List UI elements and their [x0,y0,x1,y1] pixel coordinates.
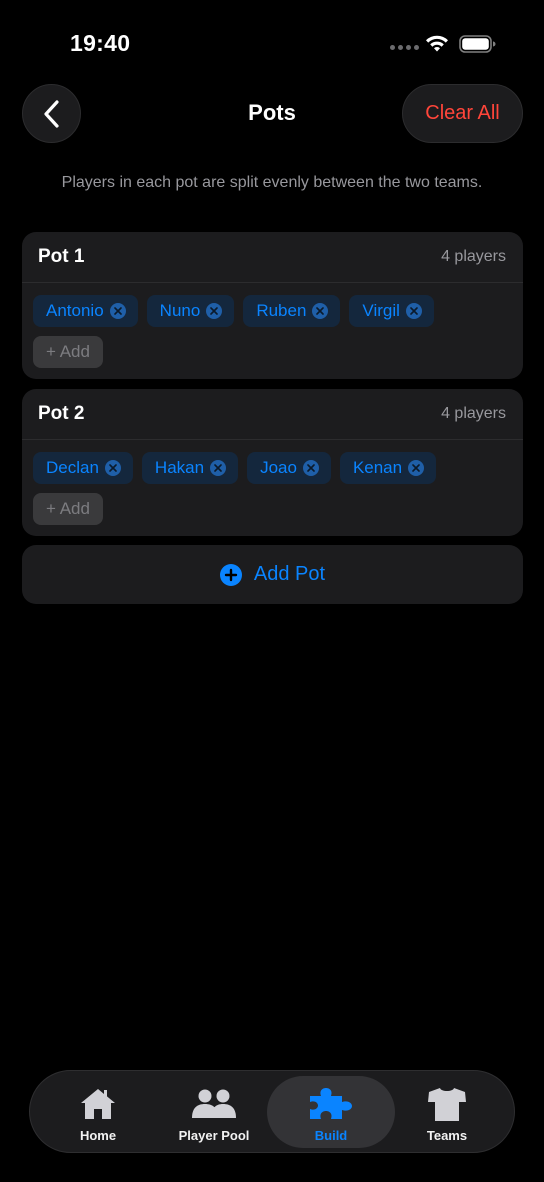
remove-circle-icon[interactable] [302,460,319,476]
player-chip-label: Virgil [362,301,400,320]
status-time: 19:40 [70,30,131,56]
player-chip[interactable]: Declan [33,452,133,484]
player-chip-label: Kenan [352,458,403,477]
add-player-button[interactable]: + Add [33,493,103,525]
player-chip-label: Joao [260,458,297,477]
pot-header: Pot 1 4 players [22,232,523,283]
remove-circle-icon[interactable] [104,460,121,476]
pots-description: Players in each pot are split evenly bet… [61,174,483,191]
remove-circle-icon[interactable] [405,303,422,319]
player-chip[interactable]: Hakan [141,452,239,484]
player-chip-label: Declan [46,458,99,477]
player-chip-list: Antonio Nuno Ruben Virgil [22,283,482,327]
player-chip[interactable]: Nuno [146,295,235,327]
people-icon [192,1089,236,1118]
pot-player-count: 4 players [441,405,506,422]
tab-label: Teams [426,1128,468,1143]
remove-circle-icon[interactable] [206,303,223,319]
add-pot-label: Add Pot [253,563,326,585]
player-chip-label: Antonio [46,301,104,320]
tab-label: Home [79,1128,117,1143]
player-chip[interactable]: Ruben [243,295,341,327]
pot-player-count: 4 players [441,248,506,265]
tshirt-icon [428,1088,466,1121]
tab-player-pool[interactable]: Player Pool [166,1076,262,1148]
pot-header: Pot 2 4 players [22,389,523,440]
player-chip[interactable]: Kenan [339,452,437,484]
player-chip[interactable]: Joao [247,452,331,484]
tab-home[interactable]: Home [50,1076,146,1148]
battery-icon [459,35,496,53]
add-pot-button[interactable]: Add Pot [22,545,523,604]
player-chip-list: Declan Hakan Joao Kenan [22,440,482,484]
plus-circle-icon [219,563,242,586]
player-chip-label: Hakan [154,458,205,477]
tab-build[interactable]: Build [283,1076,379,1148]
player-chip[interactable]: Virgil [349,295,434,327]
pot-title: Pot 1 [38,246,85,267]
tab-label: Build [314,1128,348,1143]
tab-teams[interactable]: Teams [399,1076,495,1148]
wifi-icon [426,35,448,52]
puzzle-icon [310,1088,352,1119]
cellular-signal-icon [390,45,419,50]
tab-bar: Home Player Pool Build Teams [29,1070,515,1153]
tab-label: Player Pool [178,1128,250,1143]
remove-circle-icon[interactable] [408,460,425,476]
status-bar: 19:40 [0,0,544,70]
pot-card-1: Pot 1 4 players Antonio Nuno Ruben Virgi… [22,232,523,379]
remove-circle-icon[interactable] [109,303,126,319]
player-chip-label: Nuno [159,301,201,320]
player-chip[interactable]: Antonio [33,295,138,327]
add-player-button[interactable]: + Add [33,336,103,368]
pot-title: Pot 2 [38,403,85,424]
clear-all-button[interactable]: Clear All [402,84,523,143]
player-chip-label: Ruben [256,301,307,320]
remove-circle-icon[interactable] [210,460,227,476]
house-icon [81,1089,115,1119]
pot-card-2: Pot 2 4 players Declan Hakan Joao Kenan … [22,389,523,536]
remove-circle-icon[interactable] [312,303,329,319]
